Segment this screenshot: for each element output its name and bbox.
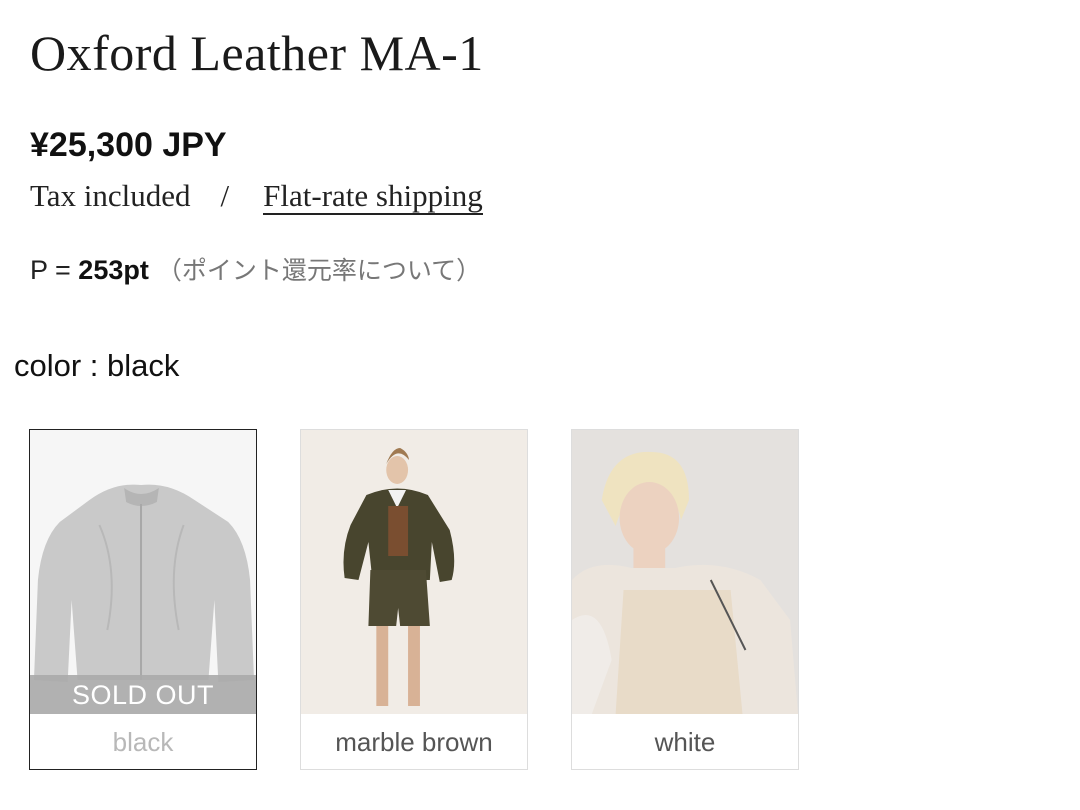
- color-option-label: marble brown: [335, 727, 493, 757]
- flat-rate-shipping-link[interactable]: Flat-rate shipping: [263, 178, 483, 215]
- white-model-image: [572, 430, 798, 714]
- color-selection-label: color : black: [14, 348, 180, 383]
- color-option-black[interactable]: SOLD OUT black: [29, 429, 257, 770]
- points-prefix: P =: [30, 255, 79, 285]
- color-option-white[interactable]: white: [571, 429, 799, 770]
- color-option-marble-brown[interactable]: marble brown: [300, 429, 528, 770]
- tax-shipping-line: Tax included / Flat-rate shipping: [30, 176, 483, 216]
- points-value: 253pt: [78, 255, 149, 285]
- points-about-link[interactable]: （ポイント還元率について）: [157, 257, 481, 285]
- product-title: Oxford Leather MA-1: [30, 25, 484, 81]
- sold-out-badge: SOLD OUT: [30, 675, 256, 714]
- marble-brown-model-image: [301, 430, 527, 714]
- product-price: ¥25,300 JPY: [30, 126, 227, 164]
- separator: /: [220, 178, 230, 213]
- color-option-label: black: [112, 727, 174, 757]
- color-option-label: white: [654, 727, 716, 757]
- tax-included-text: Tax included: [30, 178, 191, 213]
- black-jacket-image: [30, 430, 256, 714]
- points-line: P = 253pt （ポイント還元率について）: [30, 252, 481, 289]
